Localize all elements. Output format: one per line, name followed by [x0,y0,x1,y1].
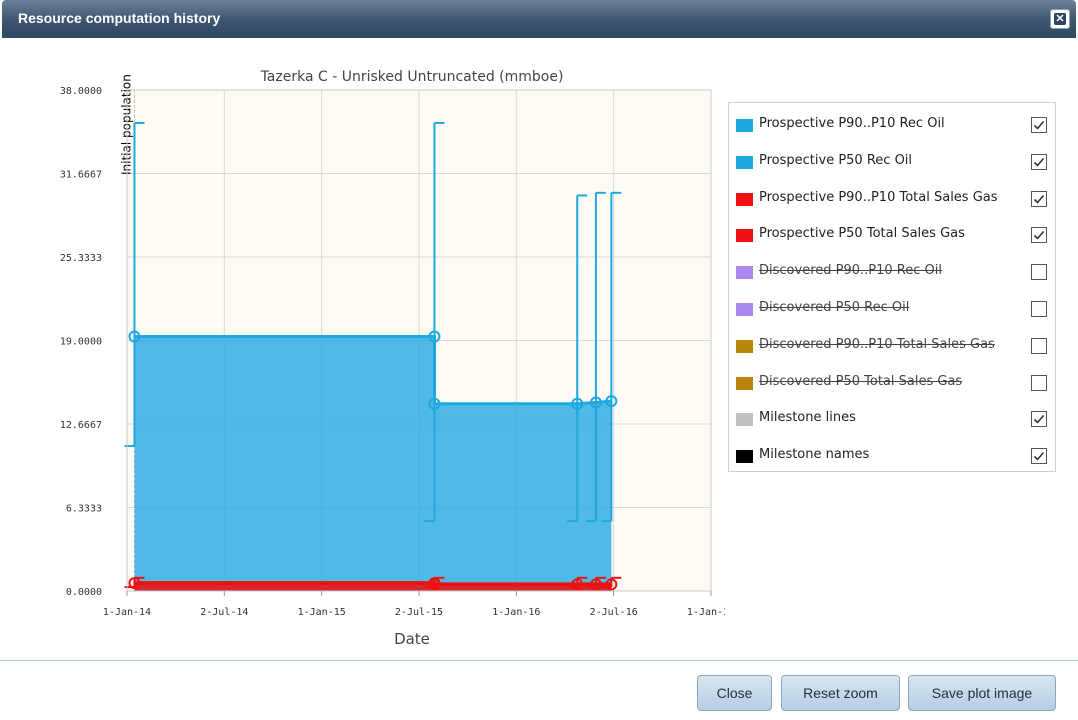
resource-history-chart[interactable]: Initial population 0.0000 6.3333 12.6667 19… [0,40,725,655]
legend-label: Prospective P90..P10 Total Sales Gas [759,189,998,205]
legend-label: Discovered P90..P10 Total Sales Gas [759,336,995,352]
legend-item[interactable]: Discovered P90..P10 Total Sales Gas [729,326,1055,363]
check-icon [1033,415,1045,425]
y-tick-label: 12.6667 [60,420,102,431]
legend-item[interactable]: Milestone lines [729,399,1055,436]
y-tick-label: 0.0000 [66,587,102,598]
legend-label: Prospective P50 Total Sales Gas [759,226,965,242]
legend-swatch [736,339,753,353]
legend-swatch [736,155,753,169]
legend-swatch [736,450,753,464]
legend-label: Milestone names [759,447,870,463]
legend-checkbox[interactable] [1031,374,1047,391]
check-icon [1033,157,1045,167]
legend-swatch [736,119,753,132]
series-line [134,581,612,587]
y-tick-label: 38.0000 [60,86,102,97]
footer-divider [0,660,1078,661]
milestone-name: Initial population [119,74,133,175]
legend-label: Prospective P90..P10 Rec Oil [759,116,945,131]
legend-item[interactable]: Milestone names [729,436,1055,473]
legend-item[interactable]: Prospective P50 Rec Oil [729,142,1055,179]
dialog-title: Resource computation history [18,10,221,26]
legend-checkbox[interactable] [1031,264,1047,281]
legend-swatch [736,303,753,316]
legend-checkbox[interactable] [1031,153,1047,170]
check-icon [1033,194,1045,204]
check-icon [1033,231,1045,241]
legend-swatch [736,413,753,427]
legend-swatch [736,229,753,243]
y-tick-label: 25.3333 [60,253,102,264]
x-tick-label: 1-Jan-15 [298,607,346,618]
x-tick-label: 2-Jul-16 [590,607,638,618]
legend-item[interactable]: Prospective P90..P10 Rec Oil [729,105,1055,142]
legend-checkbox[interactable] [1031,301,1047,317]
x-axis-label: Date [394,630,430,648]
close-dialog-button[interactable]: ✕ [1050,9,1070,29]
legend-checkbox[interactable] [1031,227,1047,244]
legend-item[interactable]: Prospective P90..P10 Total Sales Gas [729,179,1055,216]
x-tick-label: 1-Jan-14 [103,607,151,618]
reset-zoom-button[interactable]: Reset zoom [781,675,900,711]
x-tick-label: 1-Jan-16 [492,607,540,618]
legend-label: Discovered P90..P10 Rec Oil [759,263,942,279]
legend-checkbox[interactable] [1031,190,1047,207]
legend-item[interactable]: Discovered P50 Total Sales Gas [729,363,1055,400]
legend-swatch [736,192,753,206]
close-icon: ✕ [1054,13,1066,25]
legend-swatch [736,266,753,280]
chart-title: Tazerka C - Unrisked Untruncated (mmboe) [260,69,564,85]
legend-item[interactable]: Discovered P90..P10 Rec Oil [729,252,1055,289]
legend-label: Prospective P50 Rec Oil [759,152,913,168]
x-tick-label: 1-Jan-17 [687,607,725,618]
legend-checkbox[interactable] [1031,448,1047,465]
save-plot-image-button[interactable]: Save plot image [908,675,1056,711]
y-tick-label: 19.0000 [60,337,102,348]
close-button[interactable]: Close [697,675,772,711]
x-tick-label: 2-Jul-15 [395,607,443,618]
x-tick-label: 2-Jul-14 [200,607,248,618]
legend-label: Discovered P50 Total Sales Gas [759,373,963,389]
legend-item[interactable]: Prospective P50 Total Sales Gas [729,215,1055,252]
legend-item[interactable]: Discovered P50 Rec Oil [729,289,1055,326]
check-icon [1033,452,1045,461]
legend-label: Discovered P50 Rec Oil [759,300,910,315]
legend-checkbox[interactable] [1031,411,1047,428]
check-icon [1033,120,1045,130]
legend-label: Milestone lines [759,410,856,426]
legend: Prospective P90..P10 Rec Oil Prospective … [728,102,1056,472]
legend-swatch [736,376,753,390]
dialog-titlebar: Resource computation history ✕ [2,0,1076,38]
legend-checkbox[interactable] [1031,117,1047,133]
legend-checkbox[interactable] [1031,337,1047,354]
y-tick-label: 6.3333 [66,504,102,515]
y-tick-label: 31.6667 [60,170,102,181]
